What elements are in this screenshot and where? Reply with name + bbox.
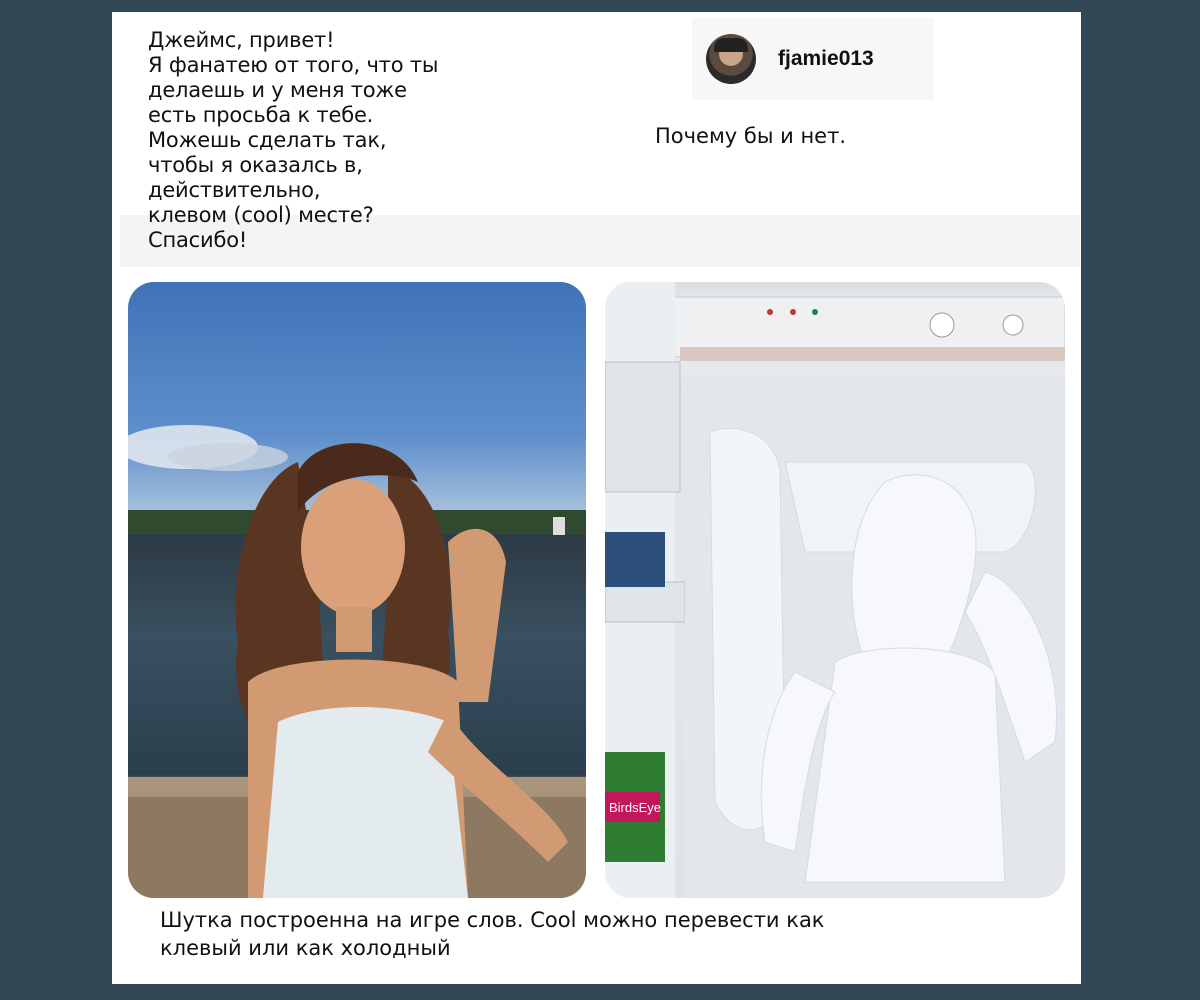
girl-by-lake-photo <box>128 282 586 898</box>
username[interactable]: fjamie013 <box>778 47 874 71</box>
girl-by-lake-illustration <box>128 425 586 898</box>
request-text: Джеймс, привет! Я фанатею от того, что т… <box>148 28 439 252</box>
user-chip[interactable]: fjamie013 <box>692 18 934 100</box>
avatar[interactable] <box>706 34 756 84</box>
reply-text: Почему бы и нет. <box>655 124 846 148</box>
caption-text: Шутка построенна на игре слов. Cool можн… <box>160 908 825 960</box>
freezer-label-birdseye: BirdsEye <box>609 800 661 815</box>
freezer-snow-figure-photo: BirdsEye <box>605 282 1065 898</box>
freezer-illustration: BirdsEye <box>605 282 1065 898</box>
